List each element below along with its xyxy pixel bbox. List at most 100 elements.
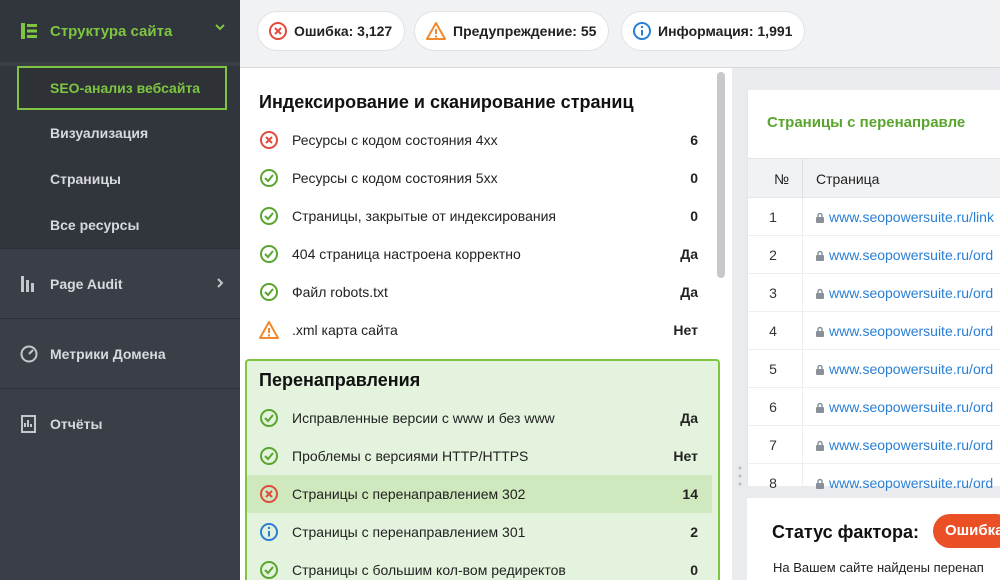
table-row[interactable]: 4 www.seopowersuite.ru/ord: [748, 312, 1000, 350]
factor-label: Страницы, закрытые от индексирования: [292, 208, 556, 224]
factor-label: Исправленные версии с www и без www: [292, 410, 555, 426]
factor-value: Да: [680, 410, 698, 426]
column-divider: [802, 236, 803, 274]
warning-count-pill[interactable]: Предупреждение: 55: [415, 12, 609, 50]
factor-status-text: На Вашем сайте найдены перенап: [773, 560, 984, 575]
sidebar-item-page-audit[interactable]: Page Audit: [0, 248, 240, 318]
factor-row[interactable]: Страницы с большим кол-вом редиректов 0: [258, 551, 698, 580]
table-row[interactable]: 6 www.seopowersuite.ru/ord: [748, 388, 1000, 426]
table-row[interactable]: 2 www.seopowersuite.ru/ord: [748, 236, 1000, 274]
report-icon: [21, 414, 36, 433]
column-divider: [802, 312, 803, 350]
factor-row[interactable]: Ресурсы с кодом состояния 5xx 0: [258, 159, 698, 197]
gauge-icon: [20, 345, 38, 362]
sidebar-item-pages[interactable]: Страницы: [0, 156, 240, 202]
info-icon: [258, 521, 280, 543]
error-count-pill[interactable]: Ошибка: 3,127: [258, 12, 405, 50]
lock-icon: [816, 440, 824, 451]
row-number: 5: [769, 361, 777, 377]
error-count-label: Ошибка: 3,127: [294, 23, 393, 39]
lock-icon: [816, 326, 824, 337]
page-link[interactable]: www.seopowersuite.ru/ord: [815, 323, 993, 339]
table-row[interactable]: 8 www.seopowersuite.ru/ord: [748, 464, 1000, 502]
factor-value: Да: [680, 284, 698, 300]
sidebar-item-visualization[interactable]: Визуализация: [0, 110, 240, 156]
resize-handle-icon[interactable]: [738, 465, 742, 487]
sidebar-item-label: Page Audit: [50, 275, 123, 292]
warning-count-label: Предупреждение: 55: [453, 23, 597, 39]
column-divider: [802, 388, 803, 426]
page-link[interactable]: www.seopowersuite.ru/ord: [815, 475, 993, 491]
factor-status-title: Статус фактора:: [772, 522, 920, 542]
factor-label: Файл robots.txt: [292, 284, 388, 300]
check-icon: [258, 407, 280, 429]
page-link[interactable]: www.seopowersuite.ru/ord: [815, 399, 993, 415]
row-number: 2: [769, 247, 777, 263]
factor-row[interactable]: Страницы с перенаправлением 301 2: [258, 513, 698, 551]
factor-value: 0: [690, 170, 698, 186]
factor-row[interactable]: Страницы с перенаправлением 302 14: [258, 475, 698, 513]
page-audit-icon: [21, 275, 34, 292]
check-icon: [258, 559, 280, 580]
page-link[interactable]: www.seopowersuite.ru/ord: [815, 285, 993, 301]
indexing-section-title: Индексирование и сканирование страниц: [259, 92, 634, 112]
factor-label: 404 страница настроена корректно: [292, 246, 521, 262]
factor-value: 2: [690, 524, 698, 540]
factor-row[interactable]: 404 страница настроена корректно Да: [258, 235, 698, 273]
column-divider: [802, 350, 803, 388]
factor-row[interactable]: Файл robots.txt Да: [258, 273, 698, 311]
column-divider: [802, 198, 803, 236]
page-link[interactable]: www.seopowersuite.ru/ord: [815, 247, 993, 263]
factor-row[interactable]: Проблемы с версиями HTTP/HTTPS Нет: [258, 437, 698, 475]
info-count-pill[interactable]: Информация: 1,991: [622, 12, 805, 50]
sidebar-item-domain-metrics[interactable]: Метрики Домена: [0, 318, 240, 388]
sidebar-section-site-structure[interactable]: Структура сайта: [0, 0, 240, 62]
sidebar-item-all-resources[interactable]: Все ресурсы: [0, 202, 240, 248]
lock-icon: [816, 212, 824, 223]
page-link[interactable]: www.seopowersuite.ru/ord: [815, 437, 993, 453]
sidebar: Структура сайта SEO-анализ вебсайта Визу…: [0, 0, 240, 580]
sidebar-item-label: Метрики Домена: [50, 345, 166, 362]
table-row[interactable]: 7 www.seopowersuite.ru/ord: [748, 426, 1000, 464]
check-icon: [258, 243, 280, 265]
page-url: www.seopowersuite.ru/ord: [829, 399, 994, 415]
factor-row[interactable]: Страницы, закрытые от индексирования 0: [258, 197, 698, 235]
table-row[interactable]: 1 www.seopowersuite.ru/link: [748, 198, 1000, 236]
page-url: www.seopowersuite.ru/ord: [829, 475, 994, 491]
factor-row[interactable]: .xml карта сайта Нет: [258, 311, 698, 349]
table-row[interactable]: 3 www.seopowersuite.ru/ord: [748, 274, 1000, 312]
page-url: www.seopowersuite.ru/ord: [829, 323, 994, 339]
column-divider: [802, 426, 803, 464]
table-row[interactable]: 5 www.seopowersuite.ru/ord: [748, 350, 1000, 388]
scrollbar[interactable]: [717, 72, 725, 278]
details-card: Страницы с перенаправле № Страница 1 www.…: [747, 90, 1000, 502]
info-icon: [633, 22, 651, 40]
factor-row[interactable]: Ресурсы с кодом состояния 4xx 6: [258, 121, 698, 159]
factor-value: 6: [690, 132, 698, 148]
sidebar-section-label: Структура сайта: [50, 22, 173, 40]
sidebar-item-seo-analysis[interactable]: SEO-анализ вебсайта: [17, 66, 227, 110]
factor-value: 0: [690, 562, 698, 578]
sidebar-item-reports[interactable]: Отчёты: [0, 388, 240, 458]
check-icon: [258, 167, 280, 189]
chevron-down-icon: [215, 24, 225, 31]
factor-label: Проблемы с версиями HTTP/HTTPS: [292, 448, 529, 464]
column-divider: [802, 274, 803, 312]
column-divider: [802, 464, 803, 502]
page-link[interactable]: www.seopowersuite.ru/ord: [815, 361, 993, 377]
row-number: 6: [769, 399, 777, 415]
row-number: 8: [769, 475, 777, 491]
check-icon: [258, 445, 280, 467]
column-divider: [802, 159, 803, 197]
summary-bar: Ошибка: 3,127 Предупреждение: 55 Информа…: [240, 0, 1000, 68]
factor-row[interactable]: Исправленные версии с www и без www Да: [258, 399, 698, 437]
lock-icon: [816, 250, 824, 261]
factor-label: .xml карта сайта: [292, 322, 398, 338]
factor-value: Нет: [673, 322, 698, 338]
page-link[interactable]: www.seopowersuite.ru/link: [815, 209, 994, 225]
page-url: www.seopowersuite.ru/ord: [829, 361, 994, 377]
column-page-header: Страница: [816, 171, 880, 187]
details-table-header: № Страница: [748, 158, 1000, 198]
site-structure-icon: [21, 23, 37, 39]
lock-icon: [816, 288, 824, 299]
